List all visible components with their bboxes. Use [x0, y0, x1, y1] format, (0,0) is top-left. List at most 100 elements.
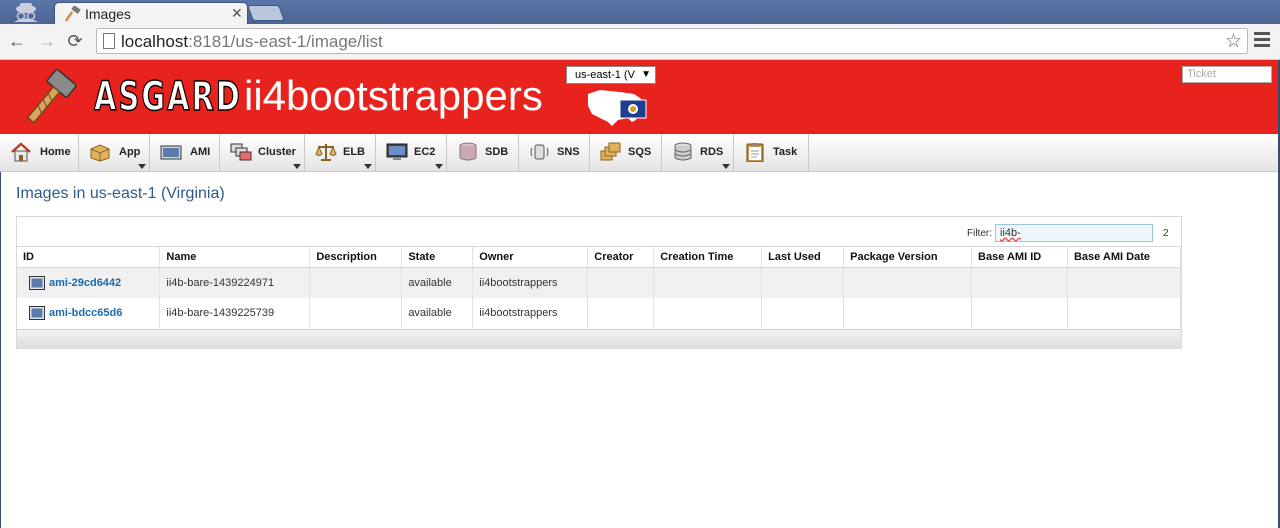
cell-description: [309, 267, 403, 298]
main-menu-bar: Home App AMI Cluster ELB EC2 SDB SNS SQS…: [0, 134, 1278, 172]
hammer-logo-icon[interactable]: [16, 68, 80, 128]
hammer-icon: [65, 6, 81, 22]
menu-label: EC2: [414, 146, 436, 158]
cell-owner: ii4bootstrappers: [472, 267, 589, 298]
column-header-package-version[interactable]: Package Version: [843, 246, 973, 268]
menu-label: Cluster: [258, 146, 296, 158]
menu-item-rds[interactable]: RDS: [662, 134, 734, 171]
browser-toolbar: ← → ⟳ localhost:8181/us-east-1/image/lis…: [0, 24, 1280, 60]
cell-creation-time: [653, 297, 763, 328]
region-select[interactable]: us-east-1 (V ▼: [566, 66, 656, 84]
url-text[interactable]: localhost:8181/us-east-1/image/list: [121, 32, 383, 52]
filter-input[interactable]: ii4b-: [995, 224, 1153, 242]
menu-item-elb[interactable]: ELB: [305, 134, 376, 171]
clipboard-icon: [746, 143, 764, 162]
filter-count: 2: [1163, 228, 1169, 239]
column-header-owner[interactable]: Owner: [472, 246, 589, 268]
cell-last-used: [761, 267, 845, 298]
table-row: ami-29cd6442 ii4b-bare-1439224971 availa…: [17, 267, 1182, 298]
menu-item-app[interactable]: App: [79, 134, 150, 171]
cluster-icon: [230, 143, 252, 161]
browser-tab-bar: Images ✕: [0, 0, 1280, 24]
queue-icon: [600, 142, 621, 161]
menu-item-home[interactable]: Home: [0, 134, 79, 171]
chrome-menu-icon[interactable]: [1254, 32, 1270, 50]
menu-label: SQS: [628, 146, 652, 158]
cell-package-version: [843, 297, 973, 328]
cell-creation-time: [653, 267, 763, 298]
ami-icon: [160, 145, 182, 160]
database-icon: [459, 142, 477, 161]
bookmark-star-icon[interactable]: ☆: [1225, 30, 1242, 53]
asgard-logo-text[interactable]: ASGARD: [93, 73, 242, 121]
column-header-creator[interactable]: Creator: [587, 246, 655, 268]
close-icon[interactable]: ✕: [231, 5, 243, 22]
ami-image-icon: [29, 275, 45, 290]
ami-id-link[interactable]: ami-bdcc65d6: [49, 307, 122, 319]
column-header-id[interactable]: ID: [17, 246, 161, 268]
menu-item-sqs[interactable]: SQS: [590, 134, 662, 171]
column-header-state[interactable]: State: [401, 246, 474, 268]
menu-label: Task: [773, 146, 798, 158]
cell-id: ami-29cd6442: [17, 267, 161, 298]
menu-item-task[interactable]: Task: [734, 134, 809, 171]
box-icon: [90, 144, 110, 162]
menu-label: App: [119, 146, 141, 158]
chevron-down-icon: [435, 164, 443, 169]
reload-icon[interactable]: ⟳: [64, 30, 86, 52]
menu-item-ec2[interactable]: EC2: [376, 134, 447, 171]
column-header-name[interactable]: Name: [159, 246, 311, 268]
incognito-icon: [14, 3, 38, 22]
ticket-input[interactable]: Ticket: [1182, 66, 1272, 83]
table-header-row: ID Name Description State Owner Creator …: [17, 246, 1182, 268]
cell-package-version: [843, 267, 973, 298]
menu-label: ELB: [343, 146, 365, 158]
new-tab-button[interactable]: [247, 5, 285, 21]
sns-icon: [530, 144, 549, 160]
rds-icon: [674, 142, 692, 161]
monitor-icon: [386, 143, 408, 160]
forward-arrow-icon[interactable]: →: [36, 30, 58, 52]
menu-item-cluster[interactable]: Cluster: [220, 134, 305, 171]
cell-base-ami-id: [971, 267, 1068, 298]
menu-item-sdb[interactable]: SDB: [447, 134, 519, 171]
cell-name: ii4b-bare-1439225739: [159, 297, 311, 328]
chevron-down-icon: [293, 164, 301, 169]
browser-tab[interactable]: Images ✕: [54, 2, 248, 24]
filter-label: Filter:: [967, 228, 992, 239]
address-bar[interactable]: localhost:8181/us-east-1/image/list ☆: [96, 28, 1248, 54]
cell-creator: [587, 297, 655, 328]
column-header-creation-time[interactable]: Creation Time: [653, 246, 763, 268]
back-arrow-icon[interactable]: ←: [6, 30, 28, 52]
chevron-down-icon: [364, 164, 372, 169]
table-row: ami-bdcc65d6 ii4b-bare-1439225739 availa…: [17, 297, 1182, 328]
column-header-base-ami-id[interactable]: Base AMI ID: [971, 246, 1068, 268]
images-grid: Filter: ii4b- 2 ID Name Description Stat…: [16, 216, 1182, 349]
column-header-description[interactable]: Description: [309, 246, 403, 268]
cell-state: available: [401, 267, 474, 298]
chevron-down-icon: [722, 164, 730, 169]
dropdown-arrow-icon: ▼: [641, 69, 651, 80]
menu-item-sns[interactable]: SNS: [519, 134, 590, 171]
cell-description: [309, 297, 403, 328]
column-header-last-used[interactable]: Last Used: [761, 246, 845, 268]
menu-label: SNS: [557, 146, 580, 158]
menu-label: RDS: [700, 146, 724, 158]
cell-owner: ii4bootstrappers: [472, 297, 589, 328]
cell-state: available: [401, 297, 474, 328]
images-table: ID Name Description State Owner Creator …: [17, 246, 1182, 328]
cell-id: ami-bdcc65d6: [17, 297, 161, 328]
menu-item-ami[interactable]: AMI: [150, 134, 220, 171]
ami-image-icon: [29, 305, 45, 320]
home-icon: [11, 142, 31, 162]
column-header-base-ami-date[interactable]: Base AMI Date: [1067, 246, 1182, 268]
menu-label: AMI: [190, 146, 211, 158]
asgard-header: ASGARD ii4bootstrappers us-east-1 (V ▼ T…: [0, 60, 1278, 134]
tab-title: Images: [85, 6, 131, 22]
usa-map-icon: [588, 90, 647, 126]
grid-footer: [17, 329, 1181, 349]
cell-last-used: [761, 297, 845, 328]
page-title: Images in us-east-1 (Virginia): [16, 185, 225, 202]
ami-id-link[interactable]: ami-29cd6442: [49, 277, 121, 289]
cell-base-ami-id: [971, 297, 1068, 328]
